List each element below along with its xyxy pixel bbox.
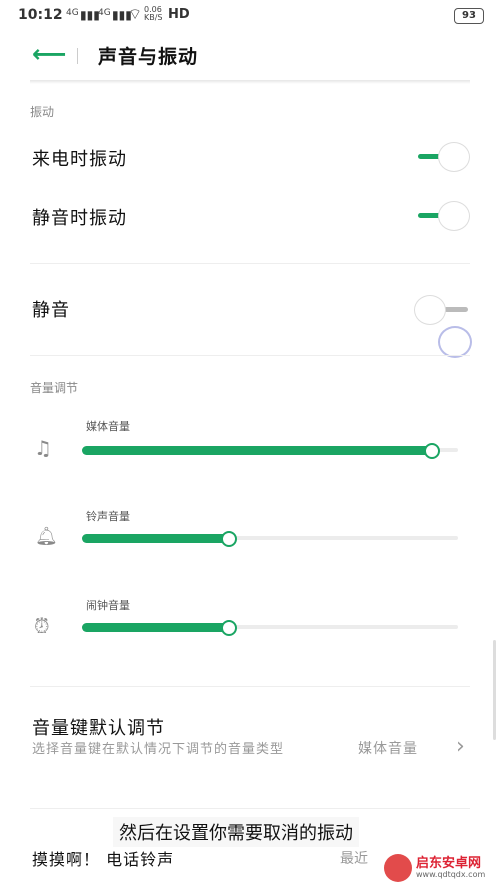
ring-volume-slider[interactable] (82, 531, 458, 547)
music-note-icon: ♫ (34, 436, 52, 460)
network-speed: 0.06 KB/S (144, 5, 163, 22)
watermark-text: 启东安卓网 (416, 856, 482, 871)
media-volume-slider[interactable] (82, 443, 458, 459)
alarm-volume-label: 闹钟音量 (86, 599, 130, 612)
back-arrow-icon[interactable]: ⟵ (32, 40, 66, 68)
page-title: 声音与振动 (98, 46, 199, 68)
section-divider (30, 263, 470, 264)
scrollbar[interactable] (493, 640, 496, 740)
volume-key-title: 音量键默认调节 (32, 718, 165, 739)
silent-vibrate-toggle[interactable] (414, 201, 470, 231)
header: ⟵ 声音与振动 (0, 30, 500, 80)
vibration-section-label: 振动 (30, 105, 55, 119)
battery-icon: 93 (454, 8, 484, 24)
volume-key-value: 媒体音量 (358, 741, 418, 757)
section-divider (30, 355, 470, 356)
signal-bars-icon: ▮▮▮ (80, 8, 100, 22)
watermark-logo-icon (384, 854, 412, 882)
chevron-right-icon: › (456, 734, 465, 759)
section-divider (30, 686, 470, 687)
status-bar: 10:12 4G ▮▮▮ 4G ▮▮▮ ⌔ 0.06 KB/S HD 93 (0, 0, 500, 30)
header-divider (77, 48, 78, 64)
watermark: 启东安卓网 www.qdtqdx.com (384, 850, 494, 884)
mute-toggle[interactable] (414, 295, 470, 325)
bell-icon: 🔔︎ (35, 526, 58, 547)
media-volume-label: 媒体音量 (86, 420, 130, 433)
volume-key-description: 选择音量键在默认情况下调节的音量类型 (32, 742, 285, 757)
ring-vibrate-toggle[interactable] (414, 142, 470, 172)
ringtone-value: 最近 (340, 851, 368, 867)
signal-icon-2: 4G (98, 8, 111, 18)
watermark-url: www.qdtqdx.com (416, 870, 486, 879)
mute-label: 静音 (32, 300, 70, 321)
ring-vibrate-row[interactable]: 来电时振动 (0, 135, 500, 183)
ring-vibrate-label: 来电时振动 (32, 149, 127, 170)
signal-icon: 4G (66, 8, 79, 18)
ringtone-label: 摸摸啊！ 电话铃声 (32, 850, 175, 869)
section-divider (30, 808, 470, 809)
mute-row[interactable]: 静音 (0, 286, 500, 334)
volume-key-row[interactable]: 音量键默认调节 选择音量键在默认情况下调节的音量类型 媒体音量 › (0, 706, 500, 786)
touch-indicator (438, 326, 472, 358)
ring-volume-label: 铃声音量 (86, 510, 130, 523)
wifi-icon: ⌔ (128, 5, 143, 23)
silent-vibrate-row[interactable]: 静音时振动 (0, 194, 500, 242)
silent-vibrate-label: 静音时振动 (32, 208, 127, 229)
alarm-clock-icon: ⏰︎ (34, 614, 50, 638)
status-time: 10:12 (18, 7, 63, 23)
volume-section-label: 音量调节 (30, 381, 79, 395)
header-shadow (30, 80, 470, 84)
alarm-volume-slider[interactable] (82, 620, 458, 636)
video-subtitle: 然后在设置你需要取消的振动 (113, 817, 359, 847)
hd-indicator: HD (168, 7, 190, 22)
